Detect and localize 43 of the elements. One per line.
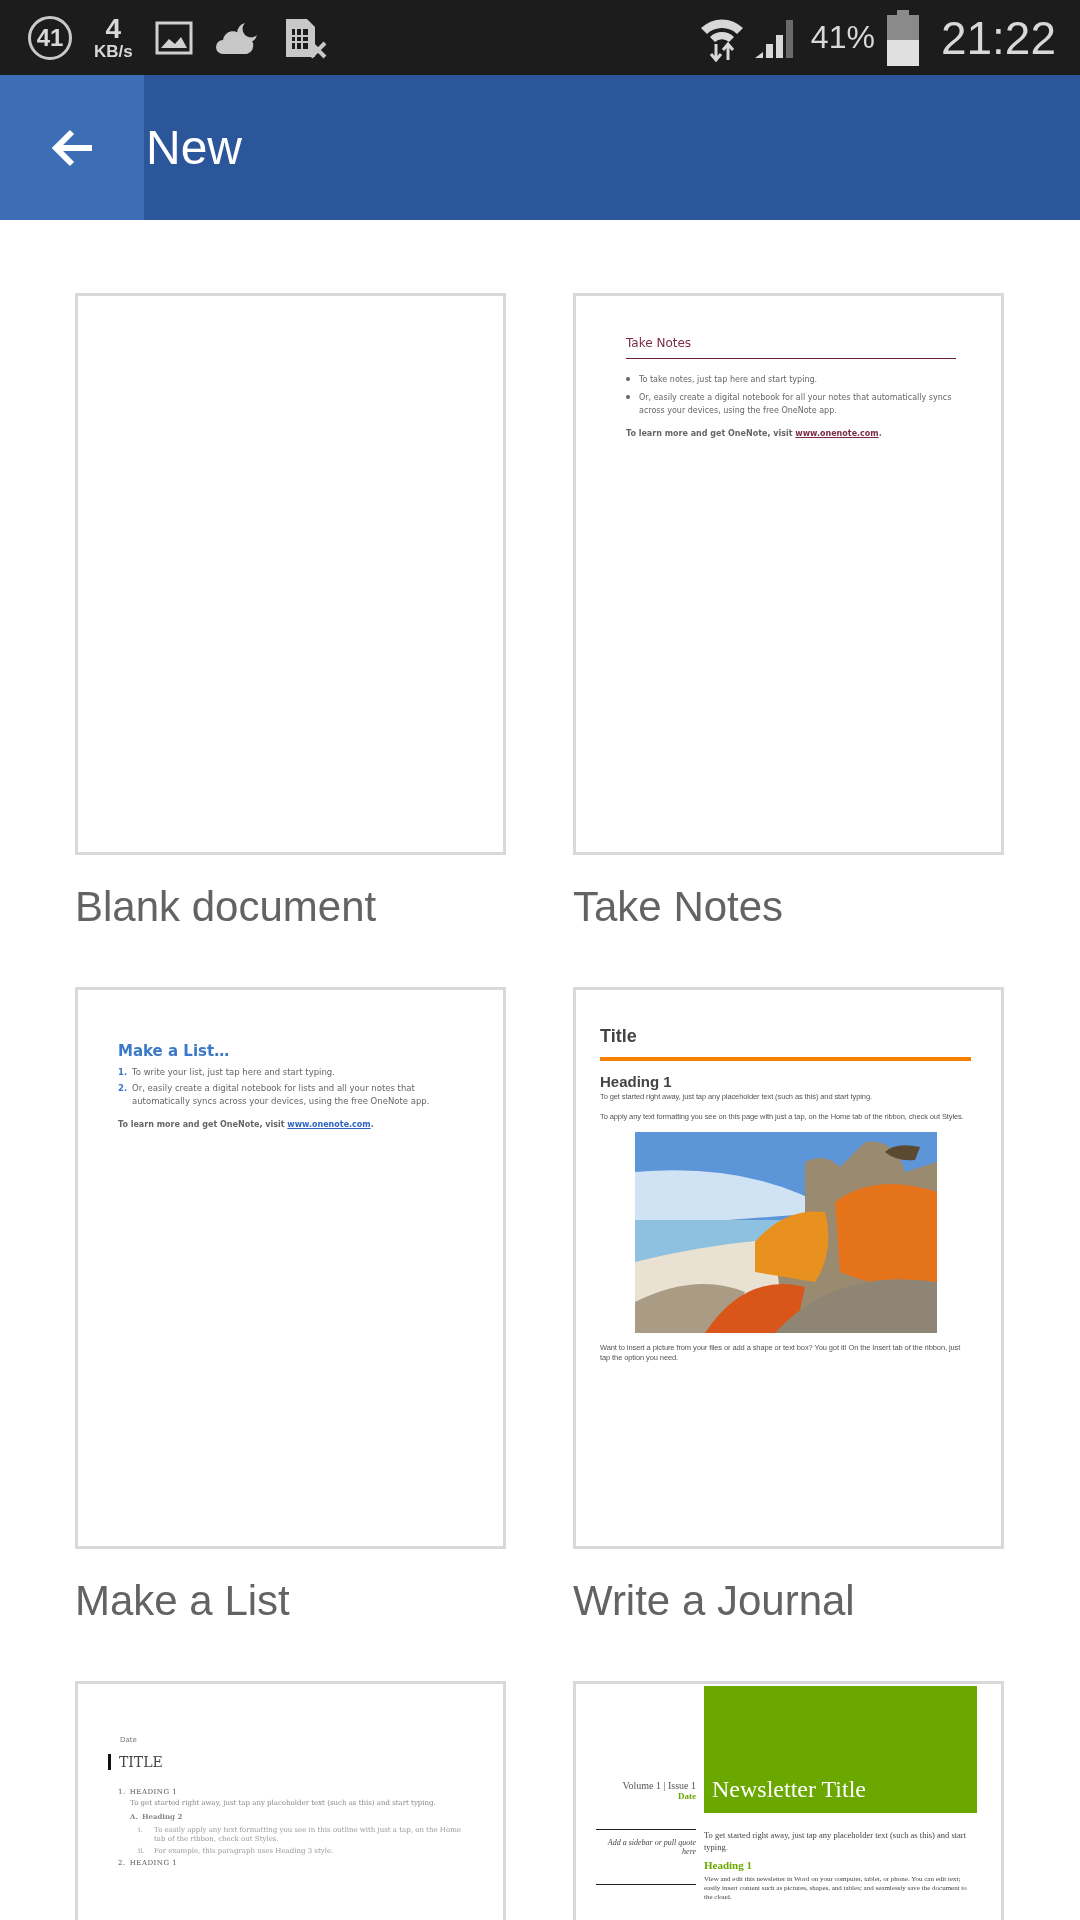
doc-heading: Heading 1 [600, 1073, 673, 1090]
doc-text: To take notes, just tap here and start typing. [639, 374, 818, 386]
template-thumbnail[interactable] [75, 293, 506, 855]
list-number: 1. [118, 1066, 129, 1079]
template-thumbnail[interactable] [573, 293, 1004, 855]
template-thumbnail[interactable] [75, 987, 506, 1549]
template-name: Write a Journal [573, 1576, 856, 1626]
template-thumbnail[interactable] [573, 987, 1004, 1549]
back-button[interactable] [0, 75, 144, 220]
speed-value: 4 [105, 15, 122, 43]
doc-volume: Volume 1 | Issue 1 [622, 1780, 696, 1791]
doc-date: Date [678, 1791, 696, 1801]
pull-quote: Add a sidebar or pull quote here [606, 1838, 696, 1856]
doc-link: www.onenote.com [795, 429, 879, 438]
doc-title: Title [600, 1026, 638, 1047]
bullet-icon [626, 395, 630, 399]
page-title: New [146, 120, 243, 175]
doc-heading: Heading 1 [704, 1859, 753, 1871]
doc-text: To get started right away, just tap any placeholder text (such as this) and start typing. [704, 1829, 968, 1853]
clock: 21:22 [940, 10, 1056, 65]
battery-percent: 41% [810, 19, 875, 56]
back-arrow-icon [50, 127, 94, 168]
template-name: Blank document [75, 882, 378, 932]
doc-text: Or, easily create a digital notebook for all your notes that automatically syncs across your devices, using the free OneNote app. [639, 392, 953, 417]
image-icon [154, 20, 193, 55]
list-number: 2. [118, 1082, 129, 1095]
doc-text: . [878, 429, 882, 438]
battery-icon [886, 9, 919, 66]
doc-title: Make a List… [118, 1042, 231, 1060]
doc-link: www.onenote.com [287, 1120, 371, 1129]
doc-title: Take Notes [626, 336, 956, 359]
title-banner: Newsletter Title [704, 1686, 977, 1813]
template-name: Take Notes [573, 882, 785, 932]
doc-text: . [370, 1120, 374, 1129]
doc-text: Or, easily create a digital notebook for lists and all your notes that automatically syncs across your devices, using the free OneNote app. [132, 1082, 431, 1108]
doc-text: To learn more and get OneNote, visit [118, 1120, 285, 1129]
bullet-icon [626, 377, 630, 381]
doc-text: To write your list, just tap here and start typing. [132, 1066, 335, 1079]
template-name: Make a List [75, 1576, 291, 1626]
doc-text: To learn more and get OneNote, visit [626, 429, 793, 438]
speed-unit: KB/s [94, 43, 133, 60]
doc-title: TITLE [108, 1754, 473, 1770]
notification-count: 41 [28, 15, 72, 60]
